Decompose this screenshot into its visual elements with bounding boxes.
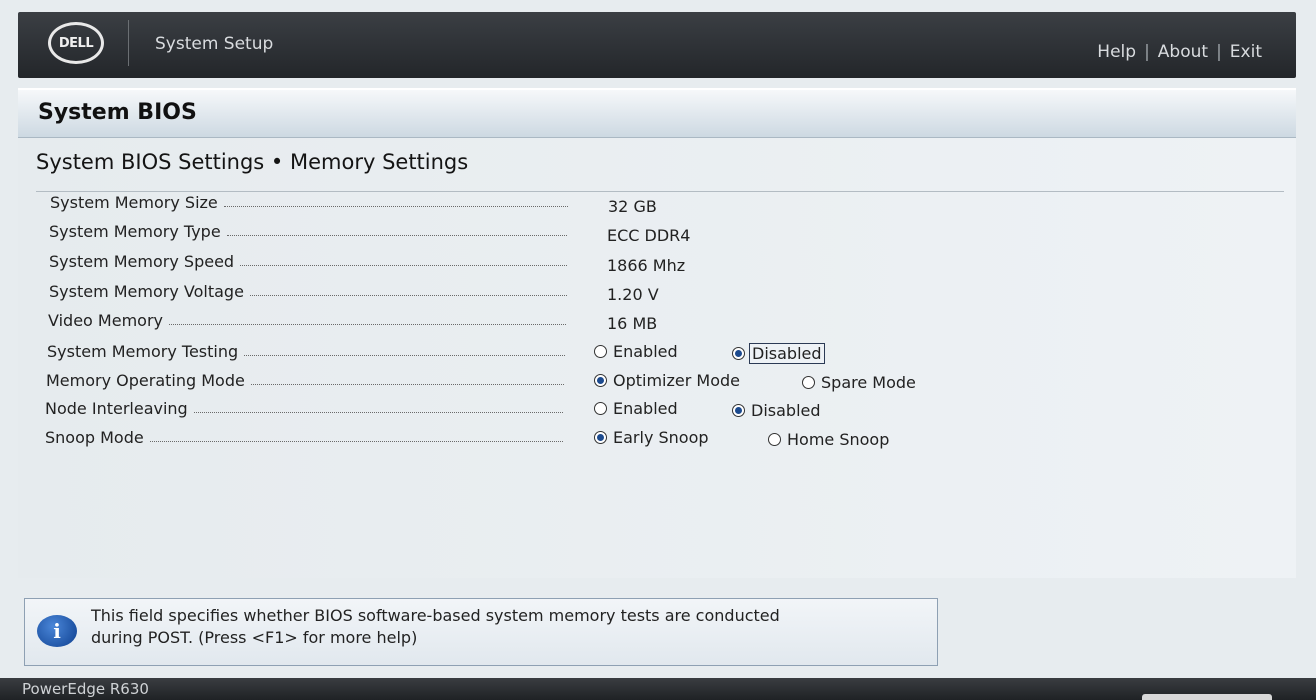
exit-link[interactable]: Exit [1230, 42, 1262, 62]
radio-circle [594, 374, 607, 387]
header-bar: DELL System Setup Help | About | Exit [18, 12, 1296, 78]
radio-interleaving-enabled[interactable]: Enabled [594, 399, 678, 418]
setting-value: 1.20 V [607, 285, 659, 304]
radio-label: Home Snoop [787, 430, 890, 449]
radio-spare-mode[interactable]: Spare Mode [802, 373, 916, 392]
page-title: System BIOS Settings • Memory Settings [36, 150, 469, 174]
dot-leader [193, 412, 563, 413]
help-box: i This field specifies whether BIOS soft… [24, 598, 938, 666]
header-links: Help | About | Exit [1097, 42, 1262, 62]
setting-label: Video Memory [48, 311, 163, 330]
help-link[interactable]: Help [1097, 42, 1136, 62]
setting-row-memory-type: System Memory Type ECC DDR4 [49, 222, 1249, 246]
footer-bar: PowerEdge R630 [0, 678, 1316, 700]
radio-label: Enabled [613, 342, 678, 361]
setting-label: System Memory Type [49, 222, 221, 241]
setting-value: 1866 Mhz [607, 256, 686, 275]
link-separator: | [1216, 42, 1222, 62]
header-divider [128, 20, 129, 66]
app-title: System Setup [155, 34, 274, 54]
dot-leader [223, 206, 568, 207]
setting-value: 32 GB [608, 197, 657, 216]
radio-memory-testing-enabled[interactable]: Enabled [594, 342, 678, 361]
setting-row-memory-speed: System Memory Speed 1866 Mhz [49, 252, 1249, 276]
section-bar: System BIOS [18, 88, 1296, 138]
dot-leader [226, 235, 567, 236]
radio-label: Optimizer Mode [613, 371, 740, 390]
about-link[interactable]: About [1158, 42, 1208, 62]
setting-label: System Memory Voltage [49, 282, 244, 301]
setting-row-snoop-mode: Snoop Mode Early Snoop Home Snoop [45, 428, 1245, 452]
radio-early-snoop[interactable]: Early Snoop [594, 428, 709, 447]
dot-leader [250, 384, 564, 385]
link-separator: | [1144, 42, 1150, 62]
setting-label: System Memory Testing [47, 342, 239, 361]
radio-circle [802, 376, 815, 389]
setting-label: System Memory Size [50, 193, 218, 212]
radio-circle [732, 404, 745, 417]
help-text: This field specifies whether BIOS softwa… [91, 605, 921, 649]
radio-circle [732, 347, 745, 360]
radio-circle [594, 402, 607, 415]
radio-circle [768, 433, 781, 446]
setting-label: Node Interleaving [45, 399, 188, 418]
radio-label: Early Snoop [613, 428, 709, 447]
radio-interleaving-disabled[interactable]: Disabled [732, 401, 821, 420]
dot-leader [168, 324, 566, 325]
setting-row-video-memory: Video Memory 16 MB [48, 311, 1248, 335]
setting-value: ECC DDR4 [607, 226, 691, 245]
radio-label: Enabled [613, 399, 678, 418]
radio-optimizer-mode[interactable]: Optimizer Mode [594, 371, 740, 390]
help-line: This field specifies whether BIOS softwa… [91, 606, 780, 625]
radio-circle [594, 431, 607, 444]
setting-row-operating-mode: Memory Operating Mode Optimizer Mode Spa… [46, 371, 1246, 395]
radio-memory-testing-disabled[interactable]: Disabled [732, 343, 825, 364]
setting-row-memory-voltage: System Memory Voltage 1.20 V [49, 282, 1249, 306]
radio-label: Disabled [749, 343, 825, 364]
radio-label: Spare Mode [821, 373, 916, 392]
radio-label: Disabled [751, 401, 821, 420]
radio-home-snoop[interactable]: Home Snoop [768, 430, 889, 449]
setting-label: System Memory Speed [49, 252, 235, 271]
info-icon: i [37, 615, 77, 647]
dell-logo: DELL [48, 22, 104, 64]
model-name: PowerEdge R630 [22, 680, 149, 698]
dot-leader [149, 441, 563, 442]
setting-row-memory-testing: System Memory Testing Enabled Disabled [47, 342, 1247, 366]
setting-row-node-interleaving: Node Interleaving Enabled Disabled [45, 399, 1245, 423]
dot-leader [244, 355, 565, 356]
help-line: during POST. (Press <F1> for more help) [91, 628, 418, 647]
dot-leader [249, 295, 567, 296]
setting-label: Memory Operating Mode [46, 371, 245, 390]
radio-circle [594, 345, 607, 358]
setting-row-memory-size: System Memory Size 32 GB [50, 193, 1250, 217]
bios-screen: DELL System Setup Help | About | Exit Sy… [0, 0, 1316, 700]
footer-button[interactable] [1142, 694, 1272, 700]
section-title: System BIOS [38, 100, 197, 125]
setting-value: 16 MB [607, 314, 658, 333]
dot-leader [240, 265, 567, 266]
setting-label: Snoop Mode [45, 428, 144, 447]
title-divider [36, 191, 1284, 192]
settings-panel: System BIOS Settings • Memory Settings S… [18, 138, 1296, 578]
